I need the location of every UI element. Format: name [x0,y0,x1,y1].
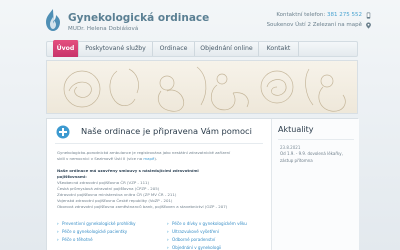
nav-item-uvod[interactable]: Úvod [53,40,79,57]
main-column: Naše ordinace je připravena Vám pomoci G… [47,119,271,250]
insurer-item: Vojenská zdravotní pojišťovna České repu… [57,198,173,203]
map-pin-icon [366,22,371,29]
service-link[interactable]: Péče o gynekologické pacientky [57,229,127,234]
insurers-heading-2: pojišťovnami: [57,174,87,179]
main-heading: Naše ordinace je připravena Vám pomoci [81,126,252,136]
insurer-item: Oborová zdravotní pojišťovna zaměstnanců… [57,204,228,209]
pregnancy-illustration [47,61,357,113]
plus-icon [56,125,70,139]
site-title: Gynekologická ordinace [68,12,210,24]
nav-item-services[interactable]: Poskytované služby [79,42,153,56]
intro-line-2: sídlí v nemocnici v Sezimově Ústí II (ví… [57,156,157,161]
map-link[interactable]: mapě [143,156,154,161]
phone-value[interactable]: 381 275 552 [327,12,362,18]
intro-end: ). [154,156,158,161]
phone-icon [366,12,371,19]
intro-line-1: Gynekologicko-porodnická ambulance je re… [57,150,231,155]
content-panel: Naše ordinace je připravena Vám pomoci G… [46,118,359,250]
nav-item-ordinace[interactable]: Ordinace [153,42,195,56]
flame-logo-icon [46,9,60,31]
hero-banner [46,60,358,114]
insurer-item: Zdravotní pojišťovna ministerstva vnitra… [57,192,177,197]
nav-item-contact[interactable]: Kontakt [259,42,299,56]
service-link[interactable]: Péče o dívky v gynekologickém věku [167,221,247,226]
phone-label: Kontaktní telefon: [276,12,326,18]
service-link[interactable]: Péče o těhotné [57,237,93,242]
news-text: Od 1.9. - 9.9. dovolená lékařky, zástup … [280,151,343,163]
service-link[interactable]: Preventivní gynekologické prohlídky [57,221,136,226]
news-date: 23.8.2021 [280,145,301,150]
contact-address[interactable]: Soukenov Ústí 2 Zelezaní na mapě [267,22,362,28]
news-title: Aktuality [278,125,314,134]
news-sidebar: Aktuality 23.8.2021 Od 1.9. - 9.9. dovol… [271,119,359,250]
contact-phone: Kontaktní telefon: 381 275 552 [276,12,362,18]
insurers-heading-1: Naše ordinace má uzavřeny smlouvy s násl… [57,168,199,173]
intro-text: sídlí v nemocnici v Sezimově Ústí II (ví… [57,156,143,161]
service-link[interactable]: Odborné poradenství [167,237,215,242]
site-subtitle: MUDr. Helena Dobiášová [68,26,139,32]
nav-item-online-booking[interactable]: Objednání online [195,42,259,56]
service-link[interactable]: Ultrazvukové vyšetření [167,229,219,234]
heading-divider [55,143,263,144]
service-link[interactable]: Objednání v gynekologii [167,245,221,250]
news-divider [278,139,354,140]
insurer-item: Všeobecná zdravotní pojišťovna ČR (VZP -… [57,180,150,185]
insurer-item: Česká průmyslová zdravotní pojišťovna (Č… [57,186,160,191]
main-navigation: Úvod Poskytované služby Ordinace Objedná… [46,40,358,57]
